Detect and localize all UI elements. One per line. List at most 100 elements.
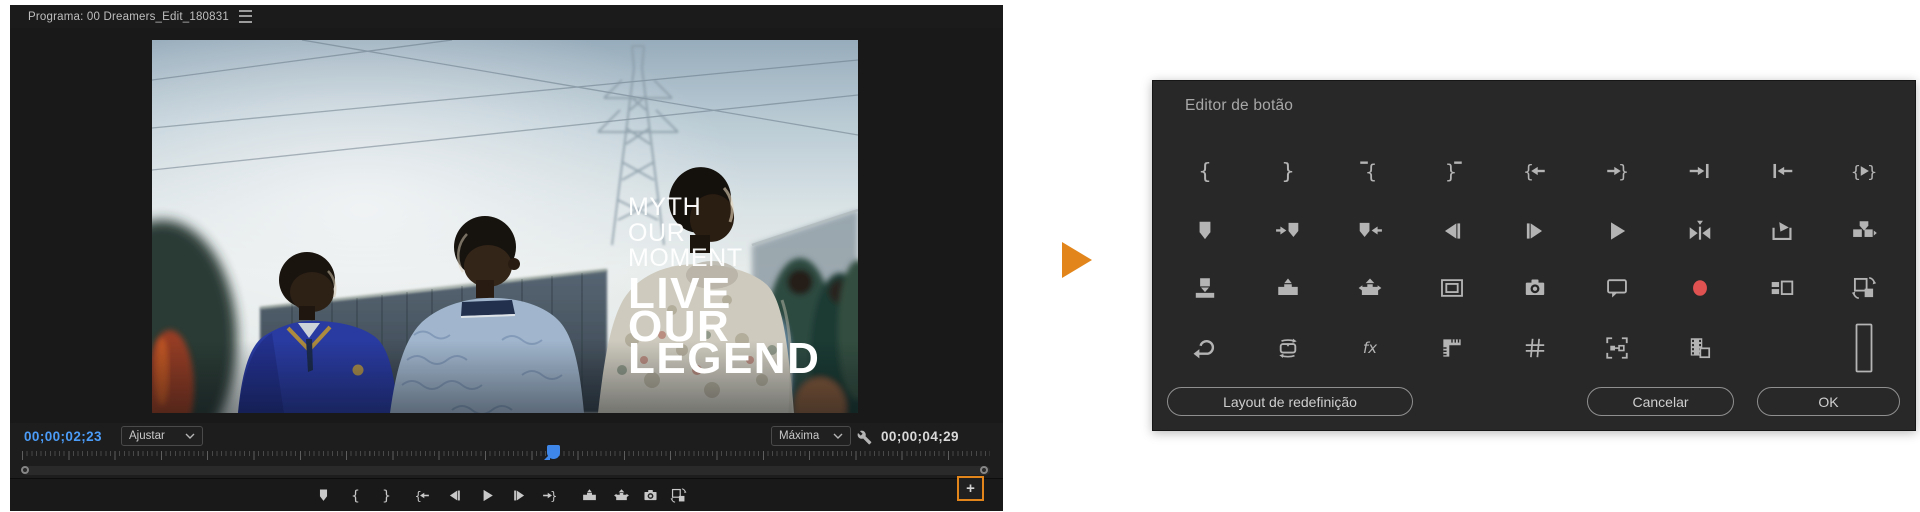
be-icon-snap-in-program-monitor[interactable] (1576, 326, 1658, 370)
camera-icon (642, 487, 659, 504)
settings-button[interactable] (855, 428, 873, 446)
be-icon-show-guides[interactable] (1494, 326, 1576, 370)
play-video-icon (1769, 218, 1795, 244)
step-forward-icon (511, 487, 528, 504)
step-back-icon (446, 487, 463, 504)
lift-icon (581, 487, 598, 504)
be-icon-global-fx-mute[interactable] (1329, 326, 1411, 370)
be-icon-go-to-previous-edit-point[interactable] (1741, 149, 1823, 193)
be-icon-insert[interactable] (1823, 209, 1905, 253)
be-icon-play-video[interactable] (1741, 209, 1823, 253)
marker-icon (1192, 218, 1218, 244)
go-to-in-icon (414, 487, 431, 504)
playhead[interactable] (547, 445, 560, 459)
transport-mark-in-button[interactable] (343, 483, 367, 507)
transport-extract-button[interactable] (609, 483, 633, 507)
transport-play-button[interactable] (475, 483, 499, 507)
guides-icon (1522, 335, 1548, 361)
be-icon-play-around[interactable] (1658, 209, 1740, 253)
extract-icon (1357, 275, 1383, 301)
panel-header: Programa: 00 Dreamers_Edit_180831 (10, 5, 1003, 28)
be-icon-show-rulers[interactable] (1411, 326, 1493, 370)
be-icon-export-frame[interactable] (1494, 266, 1576, 310)
safe-margins-icon (1439, 275, 1465, 301)
be-icon-extract[interactable] (1329, 266, 1411, 310)
be-icon-record-on-off[interactable] (1658, 266, 1740, 310)
button-editor-add-button[interactable]: + (957, 476, 984, 501)
transport-go-to-in-button[interactable] (410, 483, 434, 507)
insert-icon (1851, 218, 1877, 244)
fx-icon (1357, 335, 1383, 361)
camera-icon (1522, 275, 1548, 301)
vr-display-icon (1275, 335, 1301, 361)
be-icon-safe-margins[interactable] (1411, 266, 1493, 310)
be-icon-add-marker[interactable] (1164, 209, 1246, 253)
fit-dropdown[interactable]: Ajustar (121, 426, 203, 446)
panel-menu-icon[interactable] (239, 10, 252, 23)
be-icon-clear-in[interactable] (1329, 149, 1411, 193)
mark-out-icon (378, 487, 395, 504)
play-in-to-out-icon (1851, 158, 1877, 184)
be-icon-toggle-vr-video-display[interactable] (1246, 326, 1328, 370)
ok-button[interactable]: OK (1757, 387, 1900, 416)
transport-mark-out-button[interactable] (374, 483, 398, 507)
transport-comparison-view-button[interactable] (666, 483, 690, 507)
be-icon-go-to-in[interactable] (1494, 149, 1576, 193)
screen: Programa: 00 Dreamers_Edit_180831 (0, 0, 1920, 512)
next-edit-point-icon (1687, 158, 1713, 184)
go-to-out-icon (541, 487, 558, 504)
be-icon-closed-captions-display[interactable] (1576, 266, 1658, 310)
clear-out-icon (1439, 158, 1465, 184)
mark-in-icon (347, 487, 364, 504)
be-icon-step-forward[interactable] (1494, 209, 1576, 253)
be-icon-spacer[interactable] (1823, 326, 1905, 370)
transport-add-marker-button[interactable] (311, 483, 335, 507)
zoom-scrollbar[interactable] (22, 466, 990, 475)
be-icon-go-to-previous-marker[interactable] (1329, 209, 1411, 253)
transport-lift-button[interactable] (577, 483, 601, 507)
zoom-handle-left[interactable] (21, 466, 29, 474)
be-icon-step-back[interactable] (1411, 209, 1493, 253)
dialog-title: Editor de botão (1185, 97, 1293, 115)
transport-export-frame-button[interactable] (638, 483, 662, 507)
be-icon-comparison-view[interactable] (1823, 266, 1905, 310)
flow-arrow-icon (1062, 242, 1092, 278)
icon-grid-row-1 (1164, 149, 1906, 193)
transport-bar: + (10, 478, 1003, 511)
be-icon-mark-out[interactable] (1246, 149, 1328, 193)
comparison-view-icon (670, 487, 687, 504)
be-icon-lift[interactable] (1246, 266, 1328, 310)
reset-layout-button[interactable]: Layout de redefinição (1167, 387, 1413, 416)
fit-dropdown-value: Ajustar (129, 430, 165, 442)
be-icon-go-to-out[interactable] (1576, 149, 1658, 193)
previous-marker-icon (1357, 218, 1383, 244)
transport-step-forward-button[interactable] (507, 483, 531, 507)
be-icon-clear-out[interactable] (1411, 149, 1493, 193)
icon-grid-row-2 (1164, 209, 1906, 253)
be-icon-loop[interactable] (1164, 326, 1246, 370)
extract-icon (613, 487, 630, 504)
be-icon-play-stop-toggle[interactable] (1576, 209, 1658, 253)
transport-go-to-out-button[interactable] (537, 483, 561, 507)
playback-resolution-dropdown[interactable]: Máxima (771, 426, 851, 446)
be-icon-go-to-next-edit-point[interactable] (1658, 149, 1740, 193)
time-ruler[interactable] (22, 451, 990, 463)
current-timecode[interactable]: 00;00;02;23 (24, 429, 102, 444)
go-to-in-icon (1522, 158, 1548, 184)
transport-step-back-button[interactable] (442, 483, 466, 507)
zoom-handle-right[interactable] (980, 466, 988, 474)
snap-icon (1604, 335, 1630, 361)
cancel-button[interactable]: Cancelar (1587, 387, 1734, 416)
be-icon-toggle-multi-camera-view[interactable] (1741, 266, 1823, 310)
be-icon-play-in-to-out[interactable] (1823, 149, 1905, 193)
multi-camera-view-icon (1769, 275, 1795, 301)
mark-out-icon (1275, 158, 1301, 184)
be-icon-overwrite[interactable] (1164, 266, 1246, 310)
mark-in-icon (1192, 158, 1218, 184)
be-icon-go-to-next-marker[interactable] (1246, 209, 1328, 253)
next-marker-icon (1275, 218, 1301, 244)
be-icon-toggle-proxies[interactable] (1658, 326, 1740, 370)
be-icon-mark-in[interactable] (1164, 149, 1246, 193)
chevron-down-icon (185, 433, 195, 439)
chevron-down-icon (833, 433, 843, 439)
